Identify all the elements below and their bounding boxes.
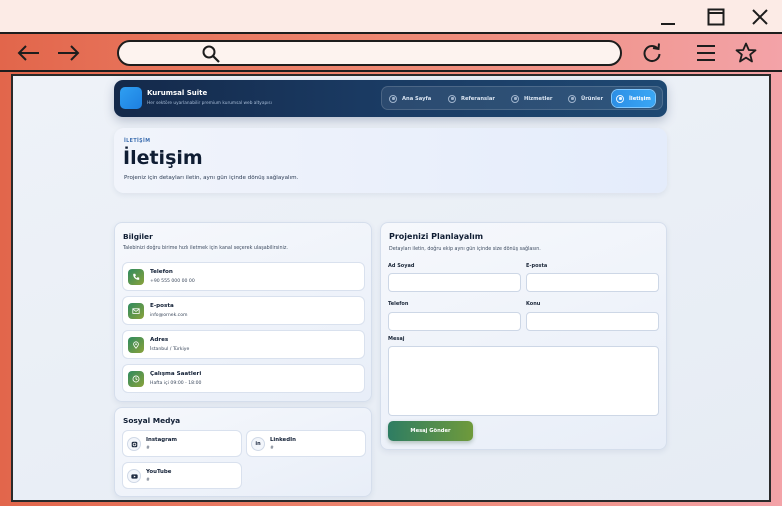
social-item-linkedin[interactable]: in LinkedIn # xyxy=(246,430,366,457)
location-icon xyxy=(128,337,144,353)
nav-item-contact[interactable]: İletişim xyxy=(612,90,655,107)
contact-form-card: Projenizi Planlayalım Detayları iletin, … xyxy=(380,222,667,450)
menu-button[interactable] xyxy=(693,42,719,64)
mail-icon xyxy=(128,303,144,319)
arrow-right-icon xyxy=(58,45,80,61)
window-titlebar xyxy=(0,0,782,34)
nav-item-label: Ürünler xyxy=(581,95,604,102)
social-card-title: Sosyal Medya xyxy=(123,416,181,425)
social-card: Sosyal Medya Instagram # in LinkedIn # Y… xyxy=(114,407,372,497)
nav-item-home[interactable]: Ana Sayfa xyxy=(385,90,435,107)
services-icon xyxy=(511,94,519,103)
browser-frame: Kurumsal Suite Her sektöre uyarlanabilir… xyxy=(0,72,782,506)
close-icon xyxy=(752,9,768,25)
info-item-label: E-posta xyxy=(150,303,174,309)
name-field[interactable] xyxy=(388,273,521,292)
phone-icon xyxy=(128,269,144,285)
nav-item-label: Hizmetler xyxy=(524,95,553,102)
brand-tagline: Her sektöre uyarlanabilir premium kurums… xyxy=(147,101,272,106)
linkedin-icon: in xyxy=(251,437,265,451)
social-item-handle: # xyxy=(146,478,150,483)
info-item-hours[interactable]: Çalışma Saatleri Hafta içi 09:00 - 18:00 xyxy=(122,364,365,393)
info-item-value: İstanbul / Türkiye xyxy=(150,347,190,352)
minimize-button[interactable] xyxy=(655,6,681,28)
info-item-label: Telefon xyxy=(150,269,173,275)
send-message-button[interactable]: Mesaj Gönder xyxy=(388,421,473,441)
subject-field[interactable] xyxy=(526,312,659,331)
brand-logo[interactable] xyxy=(120,87,142,109)
social-item-label: LinkedIn xyxy=(270,437,296,443)
social-item-handle: # xyxy=(146,446,150,451)
page-hero: İLETİŞİM İletişim Projeniz için detaylar… xyxy=(114,128,667,193)
hamburger-menu-icon xyxy=(697,45,715,61)
phone-label: Telefon xyxy=(388,301,409,307)
form-subtitle: Detayları iletin, doğru ekip aynı gün iç… xyxy=(389,247,541,252)
star-icon xyxy=(735,42,757,63)
info-item-phone[interactable]: Telefon +90 555 000 00 00 xyxy=(122,262,365,291)
clock-icon xyxy=(128,371,144,387)
nav-item-label: Ana Sayfa xyxy=(402,95,432,102)
info-card: Bilgiler Talebinizi doğru birime hızlı i… xyxy=(114,222,372,402)
info-item-label: Çalışma Saatleri xyxy=(150,371,202,377)
page-viewport: Kurumsal Suite Her sektöre uyarlanabilir… xyxy=(11,74,771,502)
minimize-icon xyxy=(661,23,675,25)
bookmark-button[interactable] xyxy=(733,42,759,64)
page-title: İletişim xyxy=(123,147,203,169)
references-icon xyxy=(448,94,456,103)
info-item-value: info@ornek.com xyxy=(150,313,188,318)
info-item-value: +90 555 000 00 00 xyxy=(150,279,195,284)
close-button[interactable] xyxy=(747,6,773,28)
info-card-subtitle: Talebinizi doğru birime hızlı iletmek iç… xyxy=(123,246,288,251)
forward-button[interactable] xyxy=(55,42,81,64)
maximize-button[interactable] xyxy=(703,6,729,28)
browser-toolbar xyxy=(0,34,782,72)
social-item-label: YouTube xyxy=(146,469,172,475)
back-button[interactable] xyxy=(16,42,42,64)
search-icon xyxy=(202,45,220,63)
nav-item-references[interactable]: Referanslar xyxy=(444,90,499,107)
email-label: E-posta xyxy=(526,263,548,269)
info-card-title: Bilgiler xyxy=(123,232,153,241)
message-field[interactable] xyxy=(388,346,659,416)
nav-item-services[interactable]: Hizmetler xyxy=(507,90,556,107)
products-icon xyxy=(568,94,576,103)
home-icon xyxy=(389,94,397,103)
maximize-icon xyxy=(707,8,725,26)
social-item-label: Instagram xyxy=(146,437,178,443)
message-label: Mesaj xyxy=(388,336,405,342)
info-item-label: Adres xyxy=(150,337,169,343)
youtube-icon xyxy=(127,469,141,483)
form-title: Projenizi Planlayalım xyxy=(389,232,484,241)
reload-button[interactable] xyxy=(639,42,665,64)
info-item-value: Hafta içi 09:00 - 18:00 xyxy=(150,381,202,386)
subject-label: Konu xyxy=(526,301,541,307)
main-nav: Ana Sayfa Referanslar Hizmetler Ürünler … xyxy=(381,86,663,110)
email-field[interactable] xyxy=(526,273,659,292)
phone-field[interactable] xyxy=(388,312,521,331)
nav-item-label: İletişim xyxy=(629,95,651,102)
contact-icon xyxy=(616,94,624,103)
address-bar[interactable] xyxy=(117,40,622,66)
reload-icon xyxy=(643,43,661,63)
hero-description: Projeniz için detayları iletin, aynı gün… xyxy=(124,175,299,181)
info-item-address[interactable]: Adres İstanbul / Türkiye xyxy=(122,330,365,359)
social-item-instagram[interactable]: Instagram # xyxy=(122,430,242,457)
social-item-handle: # xyxy=(270,446,274,451)
info-item-email[interactable]: E-posta info@ornek.com xyxy=(122,296,365,325)
site-header: Kurumsal Suite Her sektöre uyarlanabilir… xyxy=(114,80,667,117)
hero-eyebrow: İLETİŞİM xyxy=(124,139,151,144)
social-item-youtube[interactable]: YouTube # xyxy=(122,462,242,489)
name-label: Ad Soyad xyxy=(388,263,415,269)
nav-item-products[interactable]: Ürünler xyxy=(564,90,607,107)
instagram-icon xyxy=(127,437,141,451)
arrow-left-icon xyxy=(17,45,39,61)
brand-name[interactable]: Kurumsal Suite xyxy=(147,89,207,97)
nav-item-label: Referanslar xyxy=(461,95,495,102)
